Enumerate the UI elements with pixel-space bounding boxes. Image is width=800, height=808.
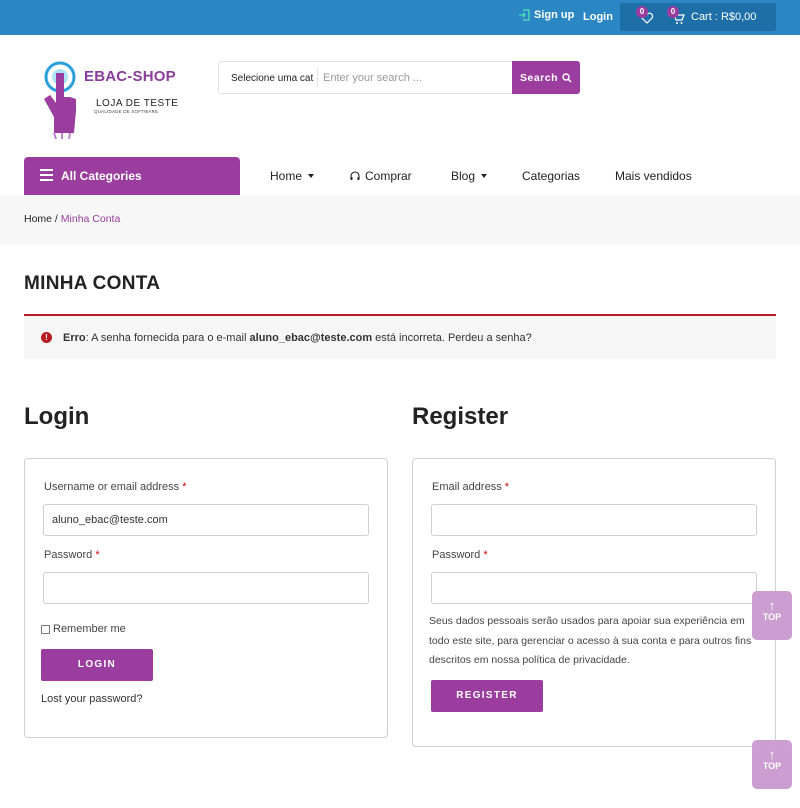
error-label: Erro [63,332,86,344]
category-select[interactable]: Selecione uma cat [231,73,313,84]
required-mark: * [483,549,488,561]
privacy-text: Seus dados pessoais serão usados para ap… [429,615,752,666]
nav-blog[interactable]: Blog [451,169,488,183]
error-icon: ! [41,332,52,343]
page-title: MINHA CONTA [24,273,161,294]
login-password-input[interactable] [43,572,369,604]
error-message: Erro: A senha fornecida para o e-mail al… [63,332,532,344]
checkbox-icon[interactable] [41,624,50,634]
all-categories-button[interactable]: All Categories [24,157,240,195]
nav-blog-label: Blog [451,169,476,183]
chevron-down-icon [308,174,315,178]
email-field[interactable] [431,504,757,536]
all-categories-label: All Categories [61,169,142,183]
search-button[interactable]: Search [512,61,580,94]
lost-password-link[interactable]: Lost your password? [41,693,143,705]
wishlist-count-badge: 0 [636,6,648,18]
breadcrumb-separator: / [52,213,61,225]
top-bar: Sign up Login 0 0 Cart : R$0,00 [0,0,800,35]
nav-comprar[interactable]: Comprar [349,169,412,183]
nav-home-label: Home [270,169,303,183]
nav-categorias-label: Categorias [522,169,581,183]
search-bar: Selecione uma cat Search [218,61,580,94]
login-link[interactable]: Login [583,11,613,23]
error-text-before: : A senha fornecida para o e-mail [85,332,250,344]
signup-label: Sign up [534,9,575,21]
cart-box[interactable]: 0 0 Cart : R$0,00 [620,3,776,31]
nav-home[interactable]: Home [270,169,315,183]
site-logo[interactable]: EBAC-SHOP LOJA DE TESTE QUALIDADE DE SOF… [30,55,180,145]
username-input[interactable] [43,504,369,536]
nav-mais-vendidos[interactable]: Mais vendidos [615,169,692,183]
search-input[interactable] [323,66,509,90]
nav-comprar-label: Comprar [365,169,412,183]
logo-brand: EBAC-SHOP [84,68,176,85]
back-to-top-label: TOP [762,612,782,622]
register-password-label: Password * [432,549,488,561]
breadcrumb-home[interactable]: Home [24,213,52,225]
menu-icon [40,169,53,181]
register-button[interactable]: REGISTER [431,680,543,712]
required-mark: * [182,481,187,493]
login-password-label: Password * [44,549,100,561]
search-button-label: Search [519,71,559,84]
search-divider [317,68,318,88]
email-label: Email address * [432,481,510,493]
required-mark: * [504,481,510,493]
cart-count-badge: 0 [667,6,679,18]
arrow-up-icon: ↑ [768,598,776,613]
headset-icon [350,171,360,180]
register-password-input[interactable] [431,572,757,604]
logo-tagline: LOJA DE TESTE [96,98,179,109]
arrow-up-icon: ↑ [768,747,776,762]
back-to-top-button[interactable]: ↑ TOP [752,740,792,789]
error-email: aluno_ebac@teste.com [249,332,373,344]
register-heading: Register [412,403,509,430]
error-text-after: está incorreta. Perdeu a senha? [372,332,532,344]
cart-total[interactable]: Cart : R$0,00 [691,11,756,23]
sign-in-icon [519,9,530,21]
logo-subtagline: QUALIDADE DE SOFTWARE [94,109,159,114]
signup-link[interactable]: Sign up [518,9,574,21]
breadcrumb-current: Minha Conta [60,213,121,225]
search-icon [562,72,572,83]
login-heading: Login [24,403,90,430]
back-to-top-button[interactable]: ↑ TOP [752,591,792,640]
required-mark: * [95,549,100,561]
username-label: Username or email address * [44,481,187,493]
back-to-top-label: TOP [762,761,782,771]
chevron-down-icon [481,174,488,178]
nav-categorias[interactable]: Categorias [522,169,580,183]
nav-mais-vendidos-label: Mais vendidos [615,169,692,183]
login-button[interactable]: LOGIN [41,649,153,681]
remember-me-checkbox[interactable]: Remember me [41,623,126,635]
remember-me-label: Remember me [53,623,126,635]
logo-hand-icon [44,61,76,139]
breadcrumb: Home / Minha Conta [0,195,800,245]
error-notice: ! Erro: A senha fornecida para o e-mail … [24,314,776,359]
